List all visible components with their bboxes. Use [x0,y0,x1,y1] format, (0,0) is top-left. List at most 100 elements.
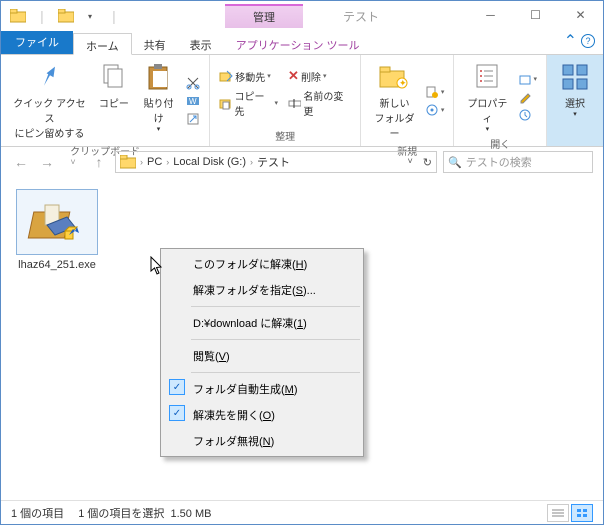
folder-icon [120,155,136,169]
search-icon: 🔍 [448,156,462,169]
tab-view[interactable]: 表示 [178,32,224,54]
properties-button[interactable]: プロパティ▾ [460,59,514,135]
minimize-button[interactable]: ─ [468,1,513,29]
folder-icon[interactable] [7,5,29,27]
delete-icon: ✕ [288,68,299,84]
group-label: 整理 [216,127,354,144]
menu-separator [191,339,360,340]
group-organize: 移動先▾ コピー先▾ ✕削除▾ 名前の変更 整理 [210,55,361,146]
file-name: lhaz64_251.exe [13,259,101,271]
copy-to-icon [219,96,232,110]
status-item-count: 1 個の項目 [11,505,64,521]
status-selected-count: 1 個の項目を選択 [78,508,164,520]
file-item[interactable]: lhaz64_251.exe [13,189,101,271]
select-icon [559,61,591,93]
new-folder-button[interactable]: ✦ 新しい フォルダー [367,59,422,142]
move-to-button[interactable]: 移動先▾ [216,68,281,85]
pin-icon [33,61,65,93]
up-button[interactable]: ↑ [89,152,109,172]
select-button[interactable]: 選択▾ [553,59,597,131]
open-icon [518,72,532,86]
easy-access-button[interactable]: ▾ [422,102,448,118]
cursor-icon [150,256,166,281]
qat-separator: | [103,5,125,27]
status-bar: 1 個の項目 1 個の項目を選択 1.50 MB [1,500,603,524]
forward-button[interactable]: → [37,152,57,172]
group-open: プロパティ▾ ▾ 開く [454,55,547,146]
paste-icon [143,61,175,93]
window-title: テスト [343,8,379,25]
copy-to-button[interactable]: コピー先▾ [216,87,281,119]
rename-button[interactable]: 名前の変更 [285,87,354,119]
svg-text:✦: ✦ [399,78,407,88]
history-icon [518,108,532,122]
window-controls: ─ ☐ ✕ [468,1,603,29]
svg-text:W: W [189,97,197,106]
cut-button[interactable] [183,75,203,91]
menu-open-dest[interactable]: ✓解凍先を開く(O) [163,402,361,428]
chevron-right-icon[interactable]: › [140,157,143,167]
new-item-icon [425,85,439,99]
tab-home[interactable]: ホーム [73,33,132,55]
search-placeholder: テストの検索 [466,154,532,170]
ribbon-collapse[interactable]: ⌃? [556,28,603,54]
new-item-button[interactable]: ▾ [422,84,448,100]
ribbon: クイック アクセス にピン留めする コピー 貼り付け▾ W クリップボード [1,55,603,147]
scissors-icon [186,76,200,90]
menu-separator [191,372,360,373]
tab-file[interactable]: ファイル [1,30,73,54]
menu-extract-here[interactable]: このフォルダに解凍(H) [163,251,361,277]
qat-overflow-icon[interactable]: ▾ [79,5,101,27]
status-size: 1.50 MB [171,508,212,520]
history-button[interactable] [515,107,541,123]
folder-icon[interactable] [55,5,77,27]
menu-extract-to[interactable]: 解凍フォルダを指定(S)... [163,277,361,303]
crumb-folder[interactable]: テスト [257,154,290,170]
edit-icon [518,90,532,104]
back-button[interactable]: ← [11,152,31,172]
move-icon [219,69,233,83]
recent-button[interactable]: ˅ [63,152,83,172]
qat-separator: | [31,5,53,27]
tab-app-tools[interactable]: アプリケーション ツール [224,32,372,54]
menu-separator [191,306,360,307]
search-box[interactable]: 🔍 テストの検索 [443,151,593,173]
paste-shortcut-button[interactable] [183,111,203,127]
shortcut-icon [186,112,200,126]
check-icon: ✓ [169,379,185,395]
open-button[interactable]: ▾ [515,71,541,87]
quick-access-toolbar: | ▾ | [1,5,125,27]
context-tab[interactable]: 管理 [225,4,303,28]
menu-ignore-folder[interactable]: フォルダ無視(N) [163,428,361,454]
menu-auto-folder[interactable]: ✓フォルダ自動生成(M) [163,376,361,402]
file-thumbnail [16,189,98,255]
details-view-button[interactable] [547,504,569,522]
ribbon-tabstrip: ファイル ホーム 共有 表示 アプリケーション ツール ⌃? [1,31,603,55]
properties-icon [471,61,503,93]
group-select: 選択▾ [547,55,603,146]
crumb-disk[interactable]: Local Disk (G:) [173,156,246,168]
edit-button[interactable] [515,89,541,105]
address-dropdown-icon[interactable]: ˅ [408,156,413,169]
thumbnails-view-button[interactable] [571,504,593,522]
rename-icon [288,96,301,110]
chevron-right-icon[interactable]: › [166,157,169,167]
help-icon: ? [581,34,595,48]
delete-button[interactable]: ✕削除▾ [285,67,354,85]
group-clipboard: クイック アクセス にピン留めする コピー 貼り付け▾ W クリップボード [1,55,210,146]
copy-icon [98,61,130,93]
copy-button[interactable]: コピー [92,59,136,142]
refresh-icon[interactable]: ↻ [423,156,432,169]
maximize-button[interactable]: ☐ [513,1,558,29]
copy-path-button[interactable]: W [183,93,203,109]
pin-to-quick-access-button[interactable]: クイック アクセス にピン留めする [7,59,92,142]
tab-share[interactable]: 共有 [132,32,178,54]
crumb-pc[interactable]: PC [147,156,162,168]
menu-extract-path[interactable]: D:¥download に解凍(1) [163,310,361,336]
menu-browse[interactable]: 閲覧(V) [163,343,361,369]
address-bar[interactable]: › PC › Local Disk (G:) › テスト ˅ ↻ [115,151,437,173]
titlebar: | ▾ | 管理 テスト ─ ☐ ✕ [1,1,603,31]
close-button[interactable]: ✕ [558,1,603,29]
chevron-right-icon[interactable]: › [250,157,253,167]
paste-button[interactable]: 貼り付け▾ [136,59,181,142]
